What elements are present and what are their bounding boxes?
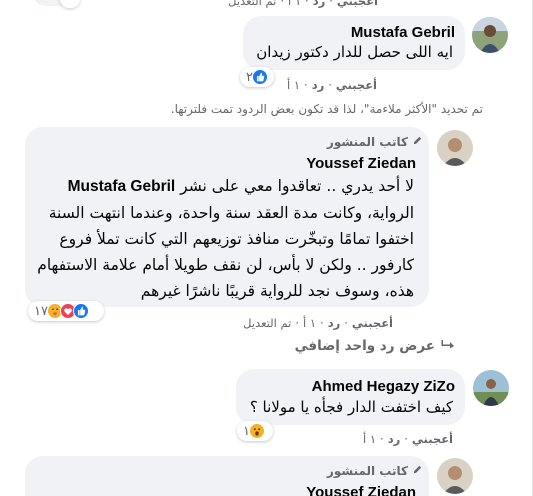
comment-meta: أعجبني·رد·١ أ (287, 78, 377, 92)
avatar-photo-icon (437, 130, 473, 166)
comment-text-line: اختفوا تمامًا وتبخّرت منافذ توزيعهم التي… (59, 230, 414, 248)
view-more-replies-label: عرض رد واحد إضافي (294, 338, 435, 354)
author-badge: كاتب المنشور (327, 135, 423, 149)
like-reaction-icon (72, 303, 89, 319)
author-badge-label: كاتب المنشور (326, 135, 408, 149)
author-badge-label: كاتب المنشور (326, 464, 408, 478)
reply-link[interactable]: رد (388, 432, 401, 446)
comment-author[interactable]: Youssef Ziedan (306, 484, 416, 496)
like-link[interactable]: أعجبني (336, 78, 377, 92)
filter-notice: تم تحديد "الأكثر ملاءمة"، لذا قد تكون بع… (170, 102, 483, 116)
timestamp[interactable]: ١ أ (363, 432, 376, 446)
timestamp[interactable]: ١ أ (303, 316, 316, 330)
avatar[interactable] (437, 130, 473, 166)
view-more-replies-button[interactable]: عرض رد واحد إضافي (295, 338, 455, 354)
comment-meta: أعجبني·رد·١ أ·تم التعديل (243, 316, 393, 330)
comment-author[interactable]: Ahmed Hegazy ZiZo (312, 378, 455, 395)
avatar-photo-icon (437, 458, 473, 494)
comment-text-line: لا أحد يدري .. تعاقدوا معي على نشر Musta… (68, 177, 414, 196)
comment-text: ايه اللى حصل للدار دكتور زيدان (256, 43, 453, 61)
avatar-photo-icon (473, 370, 509, 406)
pen-icon (412, 464, 423, 478)
comment-meta: أعجبني·رد·١ أ (363, 432, 453, 446)
avatar[interactable] (473, 370, 509, 406)
like-link[interactable]: أعجبني (412, 432, 453, 446)
avatar-photo-icon (472, 17, 508, 53)
comments-page: أعجبني·رد·١ أ·تم التعديل Mustafa Gebril … (0, 0, 533, 496)
reaction-summary[interactable]: ١٧ (28, 301, 104, 321)
reply-arrow-icon (441, 338, 455, 354)
reply-link[interactable]: رد (313, 0, 326, 8)
mention-link[interactable]: Mustafa Gebril (68, 178, 176, 195)
comment-text-line: كارفور .. ولكن لا بأس، لن نقف طويلا أمام… (37, 256, 414, 274)
like-reaction-icon (251, 69, 268, 85)
pen-icon (412, 135, 423, 149)
avatar[interactable] (472, 17, 508, 53)
timestamp[interactable]: ١ أ (288, 0, 301, 8)
comment-text-line: هذه، وسوف نجد للرواية قريبًا ناشرًا غيره… (140, 282, 414, 300)
comment-text-line: الرواية، وكانت مدة العقد سنة واحدة، وعند… (48, 204, 414, 222)
reaction-summary[interactable]: ١ (237, 421, 273, 441)
author-badge: كاتب المنشور (327, 464, 423, 478)
edited-label: تم التعديل (243, 316, 292, 330)
timestamp[interactable]: ١ أ (287, 78, 300, 92)
top-partial-comment-meta: أعجبني·رد·١ أ·تم التعديل (228, 0, 378, 8)
reply-link[interactable]: رد (312, 78, 325, 92)
comment-author[interactable]: Youssef Ziedan (306, 155, 416, 172)
edited-label: تم التعديل (228, 0, 277, 8)
comment-text: كيف اختفت الدار فجأه يا مولانا ؟ (249, 398, 453, 416)
wow-reaction-icon (248, 423, 265, 439)
top-partial-reaction-icon[interactable] (60, 0, 80, 8)
comment-text-segment: لا أحد يدري .. تعاقدوا معي على نشر (180, 177, 414, 195)
reply-link[interactable]: رد (328, 316, 341, 330)
like-link[interactable]: أعجبني (337, 0, 378, 8)
avatar[interactable] (437, 458, 473, 494)
reaction-summary[interactable]: ٢ (240, 67, 274, 87)
comment-author[interactable]: Mustafa Gebril (351, 24, 455, 41)
like-link[interactable]: أعجبني (352, 316, 393, 330)
